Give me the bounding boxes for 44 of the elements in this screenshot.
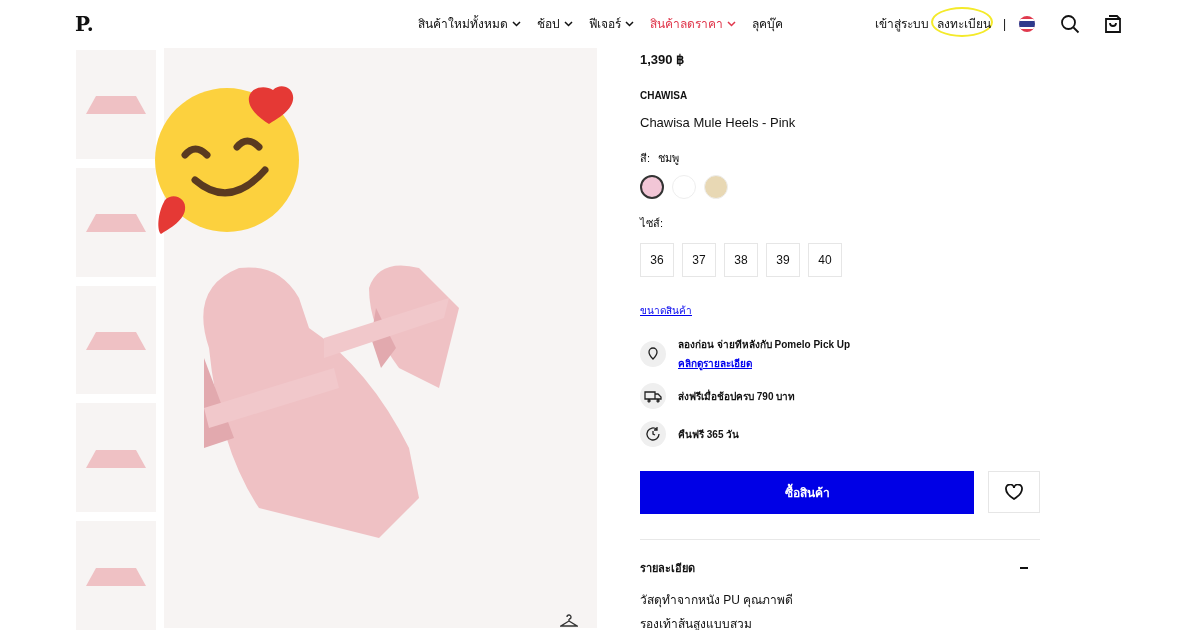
size-guide-link[interactable]: ขนาดสินค้า <box>640 305 692 316</box>
perk-text: ส่งฟรีเมื่อช้อปครบ 790 บาท <box>678 388 796 404</box>
brand-name: CHAWISA <box>640 88 689 103</box>
details-text: วัสดุทำจากหนัง PU คุณภาพดี <box>640 591 795 609</box>
size-option[interactable]: 36 <box>640 243 674 277</box>
price: 1,390 ฿ <box>640 51 686 69</box>
details-heading[interactable]: รายละเอียด <box>640 560 695 577</box>
location-pin-icon <box>640 341 666 367</box>
separator: | <box>1002 16 1006 33</box>
buy-button[interactable]: ซื้อสินค้า <box>640 471 975 514</box>
size-option[interactable]: 40 <box>808 243 842 277</box>
thumbnail-photo[interactable] <box>76 285 156 395</box>
minus-icon[interactable] <box>1020 567 1028 570</box>
search-icon[interactable] <box>1060 14 1080 34</box>
hanger-icon[interactable] <box>560 614 578 628</box>
perk-text: คืนฟรี 365 วัน <box>678 427 740 442</box>
nav-link[interactable]: สินค้าลดราคา <box>649 15 736 33</box>
thumbnail-photo[interactable] <box>76 403 156 513</box>
wishlist-button[interactable] <box>988 471 1040 513</box>
nav-link[interactable]: ช้อป <box>536 15 573 33</box>
size-option[interactable]: 37 <box>682 243 716 277</box>
truck-icon <box>640 383 666 409</box>
details-link[interactable]: คลิกดูรายละเอียด <box>678 356 851 371</box>
login-link[interactable]: เข้าสู่ระบบ <box>874 15 929 33</box>
nav-link[interactable]: ฟีเจอร์ <box>588 15 634 33</box>
shopping-bag-icon[interactable] <box>1104 14 1122 34</box>
product-name: Chawisa Mule Heels - Pink <box>640 113 797 132</box>
size-option[interactable]: 38 <box>724 243 758 277</box>
color-label: สี: <box>640 151 651 166</box>
flag-icon[interactable] <box>1018 15 1036 33</box>
perk-text: ลองก่อน จ่ายทีหลังกับ Pomelo Pick Up <box>678 338 851 352</box>
size-label: ไซส์: <box>640 215 665 231</box>
nav-link[interactable]: ลุคบุ๊ค <box>751 15 783 33</box>
nav-link[interactable]: สินค้าใหม่ทั้งหมด <box>417 15 521 33</box>
thumbnail-photo[interactable] <box>76 521 156 630</box>
logo[interactable]: P. <box>75 9 335 39</box>
color-value: ชมพู <box>658 151 680 167</box>
thumbnail-photo[interactable] <box>76 50 156 159</box>
register-link[interactable]: ลงทะเบียน <box>936 15 991 33</box>
heart-icon <box>1005 484 1024 500</box>
thumbnail-photo[interactable] <box>76 167 156 277</box>
details-text: รองเท้าส้นสูงแบบสวม <box>640 615 753 630</box>
size-option[interactable]: 39 <box>766 243 800 277</box>
color-swatch[interactable] <box>640 174 664 199</box>
